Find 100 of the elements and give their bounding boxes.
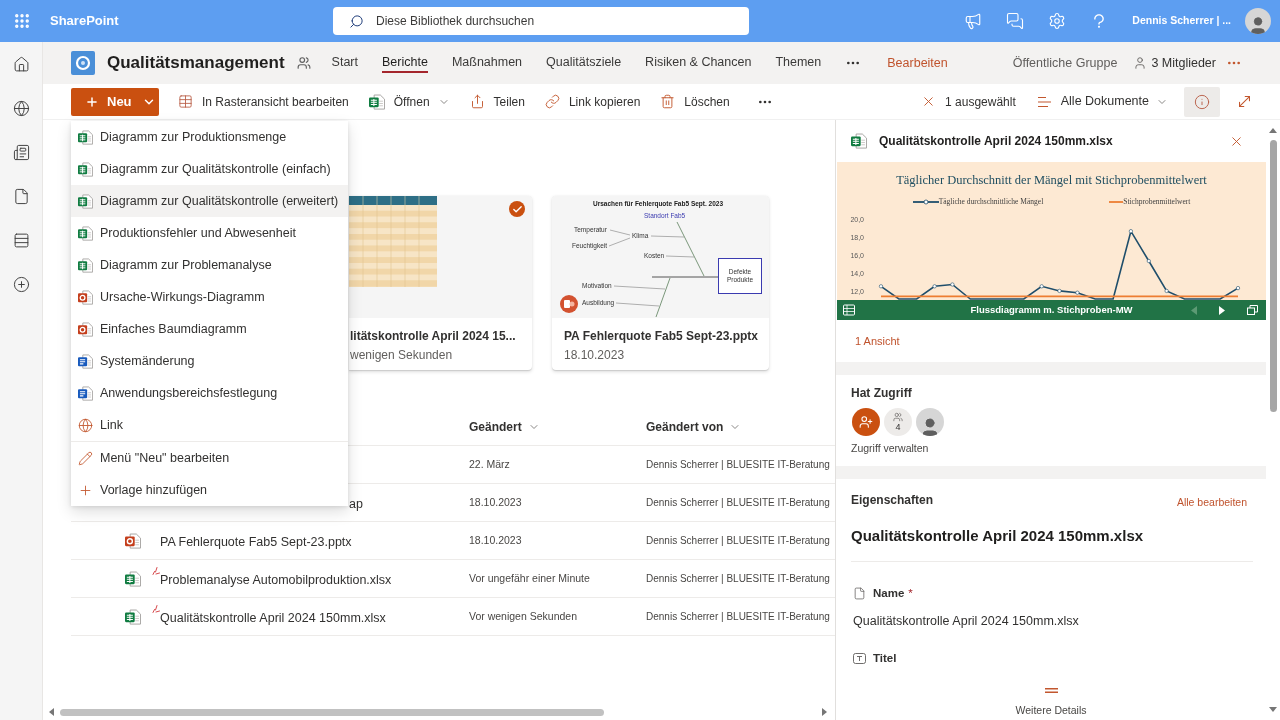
spreadsheet-file-icon [78, 225, 93, 241]
spreadsheet-file-icon [78, 129, 93, 145]
delete-button[interactable]: Löschen [660, 92, 730, 111]
group-members-button[interactable]: 4 [884, 408, 912, 436]
section-heading: Eigenschaften [851, 493, 934, 508]
chat-bubbles-icon[interactable] [1006, 12, 1025, 30]
views-link[interactable]: 1 Ansicht [855, 332, 900, 350]
menu-item[interactable]: Anwendungsbereichsfestlegung [71, 377, 348, 409]
next-arrow-icon[interactable] [1219, 305, 1225, 315]
data-point [1164, 288, 1169, 293]
presentation-file-icon [78, 289, 93, 305]
open-button[interactable]: Öffnen [368, 92, 450, 111]
menu-item[interactable]: Link [71, 409, 348, 441]
people-icon[interactable] [296, 56, 311, 70]
edit-link[interactable]: Bearbeiten [887, 53, 948, 73]
nav-tab[interactable]: Themen [775, 42, 822, 84]
clear-selection-button[interactable]: 1 ausgewählt [921, 92, 1016, 111]
site-title[interactable]: Qualitätsmanagement [107, 50, 285, 76]
globe-icon[interactable] [12, 99, 30, 117]
menu-item[interactable]: Vorlage hinzufügen [71, 474, 348, 506]
group-privacy-label: Öffentliche Gruppe [1012, 54, 1118, 72]
chart-title: Täglicher Durchschnitt der Mängel mit Stichprobenmittelwert [895, 172, 1208, 189]
card-title[interactable]: litätskontrolle April 2024 15... [350, 328, 532, 344]
share-icon [469, 94, 485, 109]
person-avatar-icon[interactable] [916, 408, 944, 436]
search-field[interactable]: Diese Bibliothek durchsuchen [333, 7, 749, 35]
grid-edit-button[interactable]: In Rasteransicht bearbeiten [178, 92, 349, 111]
modified-by: Dennis Scherrer | BLUESITE IT-Beratung [646, 610, 831, 624]
manage-access-link[interactable]: Zugriff verwalten [851, 441, 1266, 455]
more-details-button[interactable]: Weitere Details [1015, 703, 1087, 717]
nav-tab[interactable]: Start [331, 42, 358, 84]
menu-item[interactable]: Ursache-Wirkungs-Diagramm [71, 281, 348, 313]
view-selector[interactable]: Alle Dokumente [1036, 92, 1168, 111]
modified-by: Dennis Scherrer | BLUESITE IT-Beratung [646, 458, 831, 472]
scrollbar-thumb[interactable] [1269, 140, 1277, 412]
menu-item[interactable]: Produktionsfehler und Abwesenheit [71, 217, 348, 249]
plus-icon [78, 482, 93, 498]
spreadsheet-file-icon [125, 570, 141, 587]
menu-item[interactable]: Menü "Neu" bearbeiten [71, 442, 348, 474]
newspaper-icon[interactable] [12, 143, 30, 161]
megaphone-icon[interactable] [964, 12, 983, 30]
scroll-down-arrow-icon[interactable] [1269, 707, 1277, 712]
properties-title: Qualitätskontrolle April 2024 150mm.xlsx [851, 525, 1145, 546]
site-logo-icon[interactable] [71, 51, 95, 75]
menu-item[interactable]: Einfaches Baumdiagramm [71, 313, 348, 345]
file-name[interactable]: ap [349, 496, 363, 511]
spreadsheet-icon[interactable] [843, 304, 855, 316]
spreadsheet-file-icon [78, 257, 93, 273]
column-header[interactable]: Geändert von [646, 417, 835, 436]
drag-handle-icon[interactable] [1044, 688, 1058, 693]
file-name[interactable]: Problemanalyse Automobilproduktion.xlsx [160, 572, 392, 587]
modified-date: Vor ungefähr einer Minute [469, 570, 591, 586]
nav-tab[interactable]: Risiken & Chancen [645, 42, 752, 84]
list-icon[interactable] [12, 231, 30, 249]
scrollbar-thumb[interactable] [60, 708, 604, 716]
menu-item[interactable]: Diagramm zur Qualitätskontrolle (einfach) [71, 153, 348, 185]
settings-icon[interactable] [1048, 12, 1067, 30]
menu-item[interactable]: Systemänderung [71, 345, 348, 377]
nav-tab[interactable]: Maßnahmen [451, 42, 523, 84]
info-button[interactable] [1184, 86, 1220, 117]
popout-icon[interactable] [1247, 305, 1258, 315]
data-point [1039, 284, 1044, 289]
members-button[interactable]: 3 Mitglieder [1133, 53, 1216, 73]
field-label: Name [873, 586, 905, 602]
home-icon[interactable] [12, 55, 30, 73]
modified-date: 18.10.2023 [469, 532, 523, 548]
document-file-icon [78, 353, 93, 369]
new-button[interactable]: Neu [71, 87, 159, 116]
file-name[interactable]: PA Fehlerquote Fab5 Sept-23.pptx [160, 534, 352, 549]
copy-link-button[interactable]: Link kopieren [544, 92, 641, 111]
field-value[interactable]: Qualitätskontrolle April 2024 150mm.xlsx [853, 612, 1253, 629]
file-card[interactable]: litätskontrolle April 2024 15... wenigen Sekunden [349, 196, 532, 370]
add-circle-icon[interactable] [12, 275, 30, 293]
file-icon[interactable] [12, 187, 30, 205]
scroll-up-arrow-icon[interactable] [1269, 128, 1277, 133]
column-header[interactable]: Geändert [469, 417, 646, 436]
share-access-icon[interactable] [852, 408, 880, 436]
presentation-file-icon [78, 321, 93, 337]
presentation-file-icon [125, 532, 141, 549]
app-launcher-icon[interactable] [12, 12, 31, 30]
scroll-left-arrow-icon[interactable] [49, 708, 54, 716]
section-heading: Hat Zugriff [851, 386, 913, 400]
lines-icon [1036, 95, 1052, 108]
card-subtitle: 18.10.2023 [564, 347, 626, 363]
menu-item[interactable]: Diagramm zur Qualitätskontrolle (erweitert) [71, 185, 348, 217]
menu-item[interactable]: Diagramm zur Problemanalyse [71, 249, 348, 281]
nav-tab[interactable]: Berichte [382, 42, 428, 84]
modified-date: 18.10.2023 [469, 494, 523, 510]
share-button[interactable]: Teilen [469, 92, 525, 111]
menu-item[interactable]: Diagramm zur Produktionsmenge [71, 121, 348, 153]
data-point [1128, 229, 1133, 234]
edit-all-link[interactable]: Alle bearbeiten [1176, 495, 1247, 511]
card-title[interactable]: PA Fehlerquote Fab5 Sept-23.pptx [564, 328, 769, 344]
expand-icon[interactable] [1236, 93, 1253, 110]
nav-tab[interactable]: Qualitätsziele [546, 42, 622, 84]
plus-icon [85, 94, 99, 109]
user-avatar-icon[interactable] [1245, 8, 1271, 34]
scroll-right-arrow-icon[interactable] [822, 708, 827, 716]
person-icon [1133, 56, 1148, 70]
file-name[interactable]: Qualitätskontrolle April 2024 150mm.xlsx [160, 610, 386, 625]
